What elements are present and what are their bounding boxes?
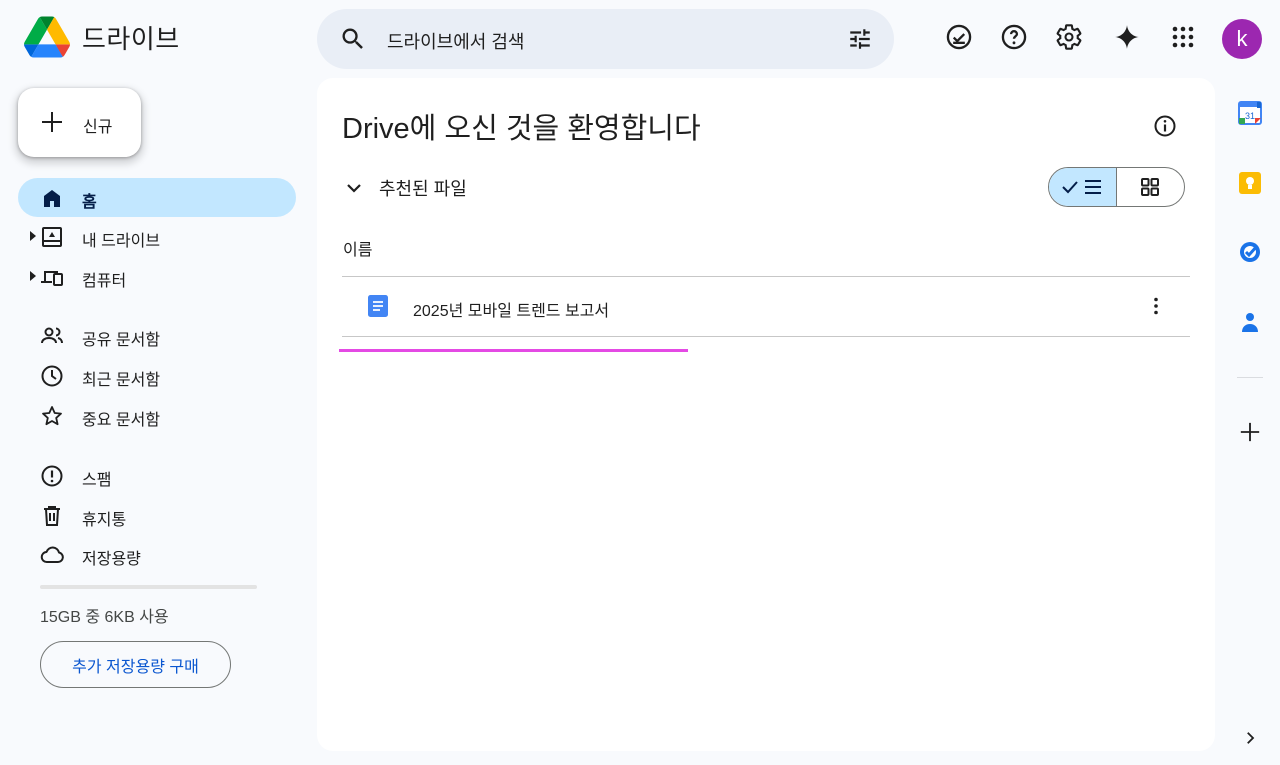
chevron-right-icon[interactable] xyxy=(1237,725,1263,751)
cloud-icon xyxy=(40,546,64,564)
sidebar-item-home[interactable]: 홈 xyxy=(18,178,296,217)
file-name: 2025년 모바일 트렌드 보고서 xyxy=(413,303,610,320)
tasks-icon[interactable] xyxy=(1237,239,1263,265)
drive-logo-icon xyxy=(24,16,70,58)
divider xyxy=(342,336,1190,337)
computers-icon xyxy=(41,271,63,286)
grid-view-button[interactable] xyxy=(1117,168,1185,206)
info-icon[interactable] xyxy=(1153,114,1177,138)
google-docs-icon xyxy=(368,295,388,317)
sidebar-item-label: 홈 xyxy=(82,194,97,211)
calendar-day: 31 xyxy=(1245,111,1255,121)
new-button[interactable]: 신규 xyxy=(18,88,141,157)
main-panel: Drive에 오신 것을 환영합니다 추천된 파일 이름 2025년 모바일 트… xyxy=(317,78,1215,751)
keep-icon[interactable] xyxy=(1237,170,1263,196)
sidebar-item-label: 컴퓨터 xyxy=(82,273,127,290)
shared-icon xyxy=(41,327,63,344)
sidebar-item-computers[interactable]: 컴퓨터 xyxy=(18,257,296,296)
offline-check-icon[interactable] xyxy=(944,22,974,52)
sidebar-item-label: 중요 문서함 xyxy=(82,412,161,429)
search-bar[interactable]: 드라이브에서 검색 xyxy=(317,9,894,69)
help-icon[interactable] xyxy=(999,22,1029,52)
caret-right-icon[interactable] xyxy=(29,271,37,281)
sidebar-item-label: 스팸 xyxy=(82,472,112,489)
search-input[interactable]: 드라이브에서 검색 xyxy=(387,28,524,54)
file-row[interactable]: 2025년 모바일 트렌드 보고서 xyxy=(342,277,1190,336)
side-panel-divider xyxy=(1237,377,1263,378)
sidebar-item-starred[interactable]: 중요 문서함 xyxy=(18,396,296,435)
sidebar-item-storage[interactable]: 저장용량 xyxy=(18,535,296,574)
sidebar-item-recent[interactable]: 최근 문서함 xyxy=(18,356,296,395)
storage-progress-bar xyxy=(40,585,257,589)
view-toggle xyxy=(1048,167,1185,207)
clock-icon xyxy=(41,365,63,387)
sidebar-item-label: 저장용량 xyxy=(82,551,141,568)
search-icon[interactable] xyxy=(339,25,367,53)
contacts-icon[interactable] xyxy=(1237,309,1263,335)
drive-logo[interactable]: 드라이브 xyxy=(24,16,180,58)
app-name: 드라이브 xyxy=(82,23,180,54)
sidebar-item-shared[interactable]: 공유 문서함 xyxy=(18,316,296,355)
apps-grid-icon[interactable] xyxy=(1168,22,1198,52)
sidebar-item-trash[interactable]: 휴지통 xyxy=(18,496,296,535)
trash-icon xyxy=(44,506,60,526)
new-button-label: 신규 xyxy=(83,119,113,136)
gemini-sparkle-icon[interactable] xyxy=(1112,22,1142,52)
grid-icon xyxy=(1141,178,1160,196)
spam-icon xyxy=(41,465,63,487)
buy-storage-button[interactable]: 추가 저장용량 구매 xyxy=(40,641,231,688)
caret-right-icon[interactable] xyxy=(29,231,37,241)
home-icon xyxy=(44,190,60,207)
sidebar-item-label: 공유 문서함 xyxy=(82,332,161,349)
sidebar-item-label: 휴지통 xyxy=(82,512,127,529)
column-header-name[interactable]: 이름 xyxy=(343,236,372,260)
star-icon xyxy=(42,406,62,426)
suggested-files-toggle[interactable]: 추천된 파일 xyxy=(342,175,467,201)
calendar-icon[interactable]: 31 xyxy=(1237,100,1263,126)
add-icon[interactable] xyxy=(1237,419,1263,445)
storage-usage-text: 15GB 중 6KB 사용 xyxy=(40,609,169,626)
check-list-icon xyxy=(1062,180,1102,194)
plus-icon xyxy=(42,112,62,132)
page-title: Drive에 오신 것을 환영합니다 xyxy=(342,113,701,145)
sidebar-item-spam[interactable]: 스팸 xyxy=(18,456,296,495)
tune-icon[interactable] xyxy=(846,26,874,52)
section-label: 추천된 파일 xyxy=(379,179,467,199)
my-drive-icon xyxy=(42,227,62,247)
chevron-down-icon xyxy=(347,184,361,193)
sidebar-item-my-drive[interactable]: 내 드라이브 xyxy=(18,217,296,256)
list-view-button[interactable] xyxy=(1049,168,1117,206)
sidebar-item-label: 최근 문서함 xyxy=(82,372,161,389)
highlight-underline xyxy=(339,349,688,352)
more-vert-icon[interactable] xyxy=(1144,294,1168,318)
sidebar-item-label: 내 드라이브 xyxy=(82,233,161,250)
avatar[interactable]: k xyxy=(1222,19,1262,59)
settings-icon[interactable] xyxy=(1054,22,1084,52)
